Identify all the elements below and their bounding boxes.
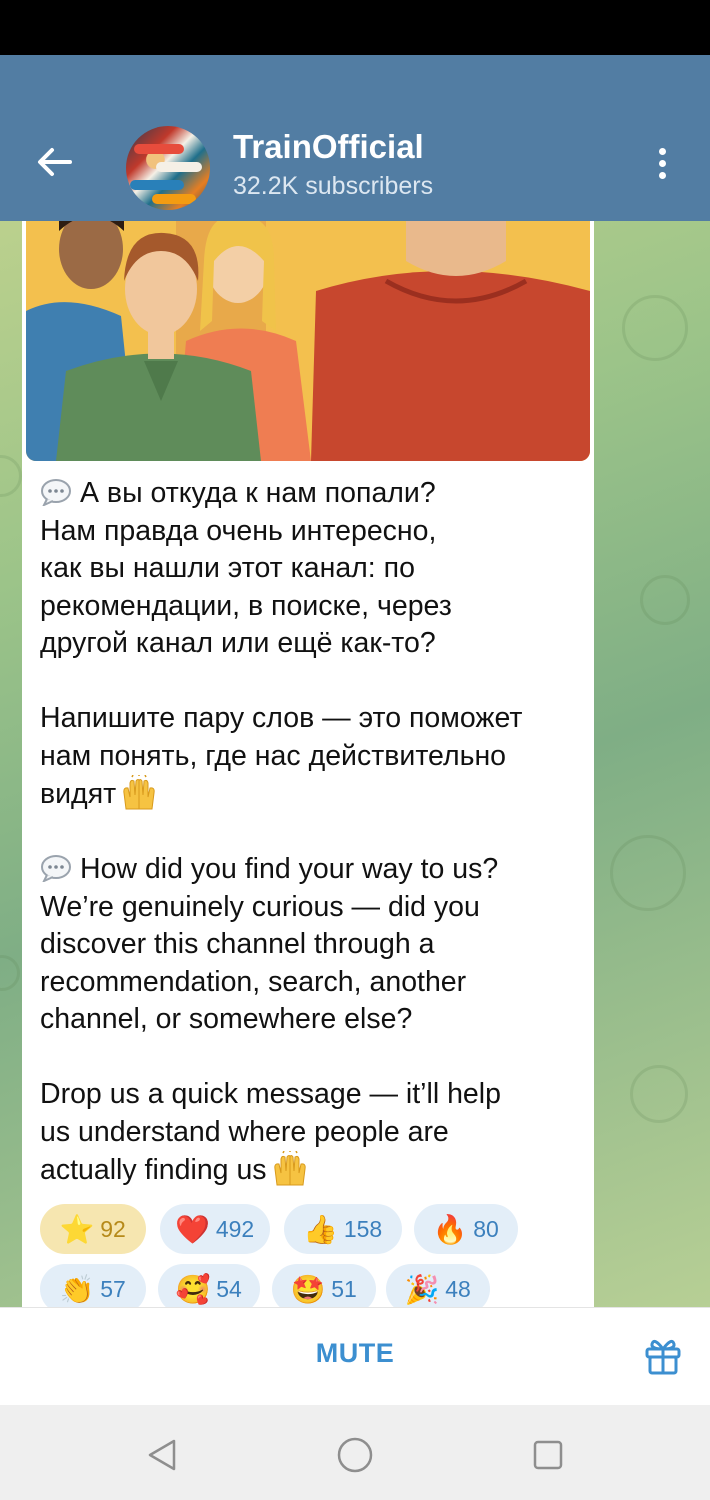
nav-back-button[interactable] — [142, 1435, 182, 1475]
circle-home-icon — [337, 1437, 373, 1473]
clap-icon: 👏 — [59, 1273, 95, 1305]
reaction-clap[interactable]: 👏 57 — [40, 1264, 146, 1307]
system-navigation-bar — [0, 1405, 710, 1500]
reaction-thumbs-up[interactable]: 👍 158 — [284, 1204, 402, 1254]
reaction-count: 48 — [445, 1275, 471, 1302]
reaction-star-struck[interactable]: 🤩 51 — [272, 1264, 376, 1307]
reaction-count: 92 — [100, 1215, 126, 1242]
nav-home-button[interactable] — [335, 1435, 375, 1475]
status-bar — [0, 0, 710, 55]
mute-button[interactable]: MUTE — [280, 1338, 430, 1369]
star-struck-icon: 🤩 — [290, 1273, 326, 1305]
ru-paragraph-1-line: другой канал или ещё как-то? — [40, 627, 436, 659]
reaction-count: 492 — [215, 1215, 255, 1242]
square-recents-icon — [533, 1440, 563, 1470]
en-paragraph-1-line: discover this channel through a — [40, 928, 435, 960]
ru-paragraph-2-line: Напишите пару слов — это поможет — [40, 702, 523, 734]
ru-paragraph-2-line: видят — [40, 778, 117, 810]
en-paragraph-2-line: actually finding us — [40, 1154, 267, 1186]
subscriber-count: 32.2K subscribers — [233, 172, 434, 200]
bottom-action-bar: MUTE — [0, 1307, 710, 1406]
reaction-count: 51 — [331, 1275, 357, 1302]
en-paragraph-1-line: channel, or somewhere else? — [40, 1003, 413, 1035]
more-vertical-icon — [648, 146, 676, 179]
back-button[interactable] — [30, 138, 78, 186]
ru-paragraph-1-line: как вы нашли этот канал: по — [40, 552, 415, 584]
post-image[interactable] — [26, 221, 590, 461]
speech-bubble-icon — [41, 479, 71, 506]
reaction-heart[interactable]: ❤️ 492 — [160, 1204, 270, 1254]
reaction-count: 57 — [100, 1275, 126, 1302]
ru-paragraph-1-line: рекомендации, в поиске, через — [40, 589, 452, 622]
ru-paragraph-2-line: нам понять, где нас действительно — [40, 739, 507, 772]
reaction-star[interactable]: ⭐ 92 — [40, 1204, 146, 1254]
smiling-hearts-icon: 🥰 — [175, 1273, 211, 1305]
reaction-count: 54 — [216, 1275, 242, 1302]
raising-hands-icon — [123, 775, 155, 810]
nav-recents-button[interactable] — [528, 1435, 568, 1475]
heart-icon: ❤️ — [175, 1213, 211, 1245]
en-paragraph-1-line: How did you find your way to us? — [80, 853, 499, 885]
ru-paragraph-1-line: Нам правда очень интересно, — [40, 514, 437, 547]
reaction-count: 158 — [343, 1215, 383, 1242]
reaction-party-popper[interactable]: 🎉 48 — [386, 1264, 490, 1307]
fire-icon: 🔥 — [432, 1213, 468, 1245]
star-icon: ⭐ — [59, 1213, 95, 1245]
en-paragraph-1-line: We’re genuinely curious — did you — [40, 890, 480, 923]
arrow-left-icon — [38, 148, 72, 176]
speech-bubble-icon — [41, 855, 71, 882]
en-paragraph-2-line: Drop us a quick message — it’ll help — [40, 1078, 501, 1110]
channel-avatar[interactable] — [126, 126, 210, 210]
reaction-fire[interactable]: 🔥 80 — [414, 1204, 518, 1254]
reaction-smiling-hearts[interactable]: 🥰 54 — [158, 1264, 260, 1307]
ru-paragraph-1-line: А вы откуда к нам попали? — [80, 477, 436, 509]
en-paragraph-1-line: recommendation, search, another — [40, 965, 467, 998]
message-text: А вы откуда к нам попали? Нам правда оче… — [40, 475, 585, 1190]
gift-icon — [645, 1339, 681, 1375]
gift-button[interactable] — [640, 1333, 686, 1379]
en-paragraph-2-line: us understand where people are — [40, 1115, 449, 1148]
triangle-back-icon — [148, 1439, 176, 1471]
channel-title[interactable]: TrainOfficial — [233, 128, 424, 166]
more-options-button[interactable] — [648, 146, 676, 186]
message-bubble[interactable]: А вы откуда к нам попали? Нам правда оче… — [22, 221, 594, 1307]
party-popper-icon: 🎉 — [404, 1273, 440, 1305]
thumbs-up-icon: 👍 — [303, 1213, 339, 1245]
raising-hands-icon — [273, 1151, 306, 1186]
reaction-count: 80 — [473, 1215, 499, 1242]
